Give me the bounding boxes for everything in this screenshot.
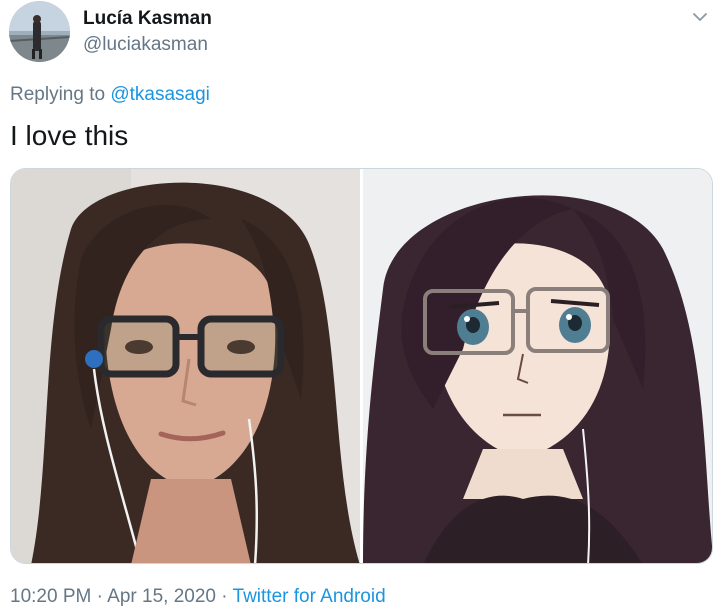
meta-separator-2: · — [221, 586, 228, 607]
tweet-time[interactable]: 10:20 PM — [10, 586, 91, 607]
replying-to-label: Replying to — [10, 84, 106, 105]
media-photo-right[interactable] — [363, 169, 712, 563]
reply-mention-link[interactable]: @tkasasagi — [110, 84, 210, 105]
tweet-source-link[interactable]: Twitter for Android — [233, 586, 386, 607]
avatar[interactable] — [9, 1, 70, 62]
avatar-photo — [9, 1, 70, 62]
meta-separator-1: · — [96, 586, 103, 607]
chevron-down-icon[interactable] — [692, 10, 708, 22]
tweet-date[interactable]: Apr 15, 2020 — [107, 586, 216, 607]
media-grid — [10, 168, 713, 564]
media-photo-left[interactable] — [11, 169, 360, 563]
tweet-text: I love this — [10, 120, 129, 151]
author-display-name[interactable]: Lucía Kasman — [83, 8, 212, 30]
author-handle[interactable]: @luciakasman — [83, 34, 208, 56]
tweet-meta: 10:20 PM · Apr 15, 2020 · Twitter for An… — [10, 586, 386, 608]
tweet[interactable]: Lucía Kasman @luciakasman Replying to @t… — [0, 0, 724, 608]
replying-to: Replying to @tkasasagi — [10, 84, 210, 106]
